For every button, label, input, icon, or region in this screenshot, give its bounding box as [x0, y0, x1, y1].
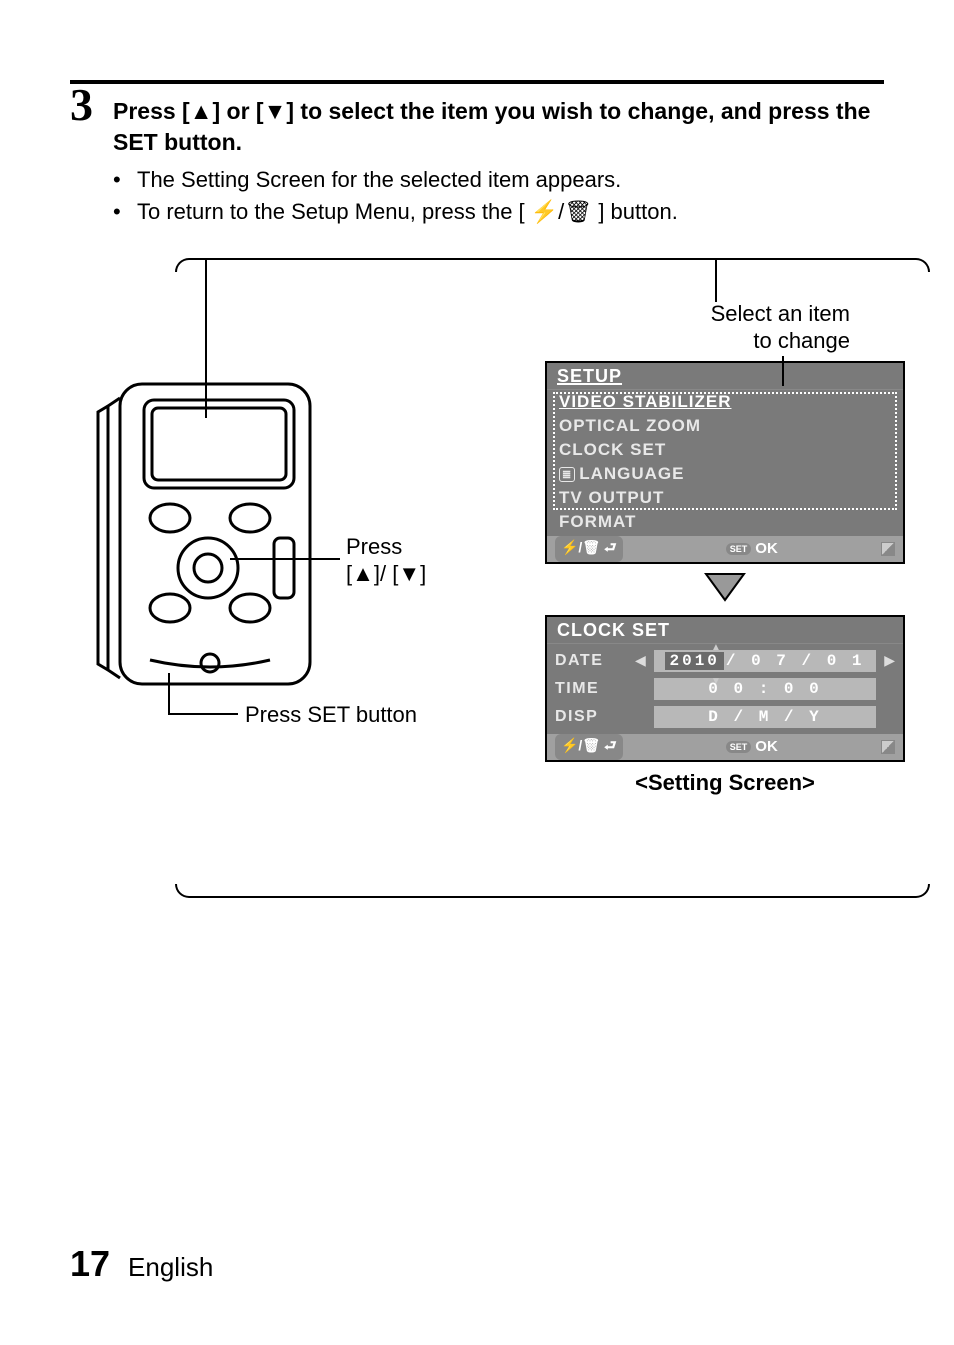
clockset-title: CLOCK SET: [547, 617, 903, 644]
date-value: 2010/ 0 7 / 0 1: [654, 650, 876, 672]
set-ok-2: SETOK: [726, 738, 778, 755]
setting-screen-caption: <Setting Screen>: [520, 770, 930, 796]
step-3: 3 Press [▲] or [▼] to select the item yo…: [70, 86, 884, 228]
camera-illustration: [90, 378, 330, 718]
bullet-1: The Setting Screen for the selected item…: [137, 164, 621, 196]
setup-menu-screen: SETUP VIDEO STABILIZER OPTICAL ZOOM CLOC…: [545, 361, 905, 564]
page-language: English: [128, 1252, 213, 1283]
callout-press-set: Press SET button: [245, 701, 417, 729]
step-bullets: •The Setting Screen for the selected ite…: [113, 164, 884, 228]
menu-item-clock-set: CLOCK SET: [547, 438, 903, 462]
menu-item-video-stabilizer: VIDEO STABILIZER: [547, 390, 903, 414]
time-value: 0 0 : 0 0: [654, 678, 876, 700]
menu-item-tv-output: TV OUTPUT: [547, 486, 903, 510]
up-triangle-icon: ▲: [190, 98, 213, 124]
page-number: 17: [70, 1243, 110, 1285]
date-label: DATE: [555, 652, 635, 670]
corner-icon: [881, 542, 895, 556]
step-title: Press [▲] or [▼] to select the item you …: [113, 96, 884, 158]
back-icon-2: ⚡/🗑 ⮐: [555, 734, 623, 760]
language-icon: ≣: [559, 467, 575, 482]
diagram: Press [▲]/ [▼] Press SET button Select a…: [70, 258, 884, 918]
left-arrow-icon: ◀: [635, 652, 646, 669]
time-label: TIME: [555, 680, 635, 698]
clock-set-screen: CLOCK SET ▲ DATE ◀ 2010/ 0 7 / 0 1 ▶ ▼ T…: [545, 615, 905, 762]
callout-press-arrows: Press [▲]/ [▼]: [346, 533, 426, 588]
menu-item-optical-zoom: OPTICAL ZOOM: [547, 414, 903, 438]
right-arrow-icon: ▶: [884, 652, 895, 669]
disp-label: DISP: [555, 708, 635, 726]
bullet-2: To return to the Setup Menu, press the […: [137, 196, 678, 228]
step-number: 3: [70, 82, 93, 128]
down-arrow-icon: [520, 570, 930, 609]
page-footer: 17 English: [70, 1243, 213, 1285]
menu-item-format: FORMAT: [547, 510, 903, 534]
setup-title: SETUP: [547, 363, 903, 390]
set-ok: SETOK: [726, 540, 778, 557]
corner-icon-2: [881, 740, 895, 754]
back-icon: ⚡/🗑 ⮐: [555, 536, 623, 562]
disp-value: D / M / Y: [654, 706, 876, 728]
down-triangle-icon: ▼: [264, 98, 287, 124]
menu-item-language: ≣LANGUAGE: [547, 462, 903, 486]
callout-select-item: Select an item to change: [520, 300, 930, 355]
